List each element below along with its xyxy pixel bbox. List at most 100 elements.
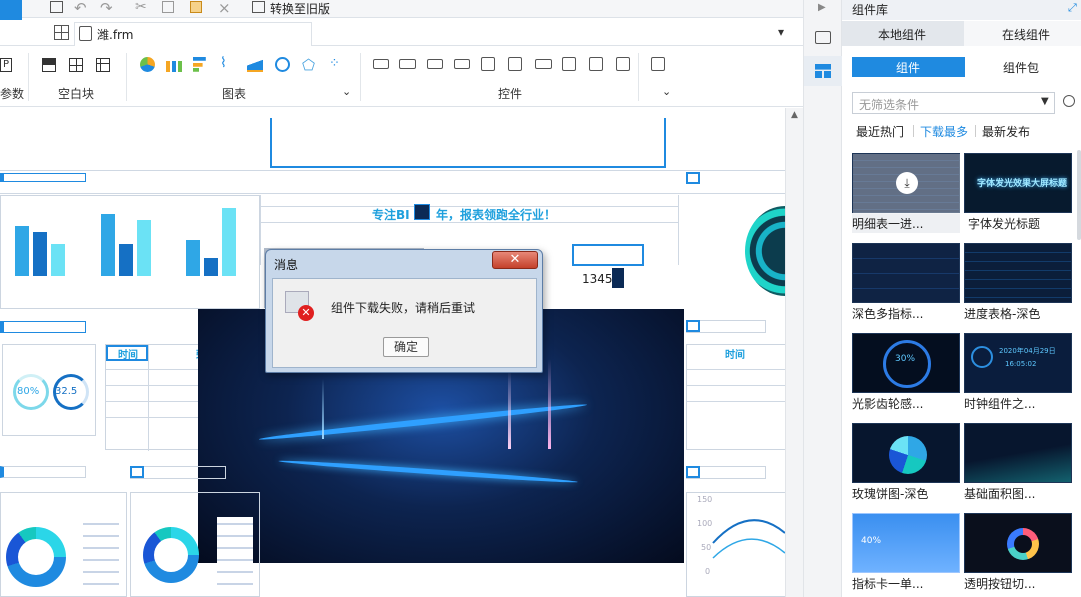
dialog-ok-button[interactable]: 确定 <box>383 337 429 357</box>
absolute-block-icon[interactable] <box>42 58 56 72</box>
line-chart-panel[interactable]: 150 100 50 0 <box>686 492 785 597</box>
component-item[interactable]: 30% 光影齿轮感... <box>852 333 960 413</box>
donut-chart-panel[interactable] <box>130 492 260 597</box>
ring-gauge-1-value: 80% <box>17 386 40 397</box>
grid-block-icon[interactable] <box>96 58 110 72</box>
rose-pie <box>889 436 927 474</box>
vertical-scrollbar[interactable]: ▲ <box>785 108 803 597</box>
area-chart-icon[interactable] <box>247 57 263 72</box>
component-item[interactable]: ⤓ 明细表一进... <box>852 153 961 233</box>
component-item[interactable]: 进度表格-深色 <box>964 243 1072 323</box>
bar-chart-group <box>15 224 75 276</box>
checkbox-group-icon[interactable] <box>589 57 603 71</box>
paste-icon[interactable] <box>190 1 202 13</box>
subtab-component-label: 组件 <box>896 61 921 75</box>
sort-most-downloaded[interactable]: 下载最多 <box>920 123 968 140</box>
scatter-chart-icon[interactable]: ⁘ <box>329 56 340 71</box>
top-toolbar: ↶ ↷ ✂ × 转换至旧版 <box>0 0 803 34</box>
label-widget-icon[interactable] <box>399 59 416 69</box>
donut-chart-panel[interactable] <box>0 492 127 597</box>
pie-chart-icon[interactable] <box>140 57 155 72</box>
line-chart-icon[interactable]: ⌇ <box>220 55 227 71</box>
param-icon[interactable]: P <box>0 58 12 72</box>
component-thumbnail: 字体发光效果大屏标题 <box>964 153 1072 213</box>
subtab-package[interactable]: 组件包 <box>965 57 1078 77</box>
tab-local-label: 本地组件 <box>878 28 927 42</box>
ring-gauge-panel[interactable]: 80% 32.5 <box>2 344 96 436</box>
text-widget-icon[interactable] <box>427 59 443 69</box>
redo-icon[interactable]: ↷ <box>100 0 113 17</box>
table-header-time-2: 时间 <box>725 350 745 361</box>
date-widget-icon[interactable] <box>508 57 522 71</box>
switch-icon[interactable] <box>252 1 265 13</box>
number-text: 1345 <box>582 272 613 286</box>
file-tab[interactable]: 潍.frm <box>74 22 312 46</box>
radio-group-icon[interactable] <box>616 57 630 71</box>
component-item[interactable]: 深色多指标... <box>852 243 960 323</box>
search-widget-icon[interactable] <box>651 57 665 71</box>
number-block[interactable] <box>572 244 644 266</box>
tree-widget-icon[interactable] <box>481 57 495 71</box>
message-dialog[interactable]: 消息 ✕ ✕ 组件下载失败，请稍后重试 确定 <box>265 249 543 373</box>
panel-header: 组件库 ⤢ <box>842 0 1081 20</box>
delete-icon[interactable]: × <box>218 0 231 17</box>
thumb-text: 2020年04月29日 <box>999 347 1056 355</box>
ring-gauge[interactable] <box>745 206 785 296</box>
chart-expand-icon[interactable]: ⌄ <box>342 85 351 98</box>
component-item[interactable]: 透明按钮切... <box>964 513 1072 593</box>
donut-chart <box>143 527 199 583</box>
dialog-close-button[interactable]: ✕ <box>492 251 538 269</box>
button-widget-icon[interactable] <box>373 59 389 69</box>
component-item[interactable]: 40% 指标卡一单... <box>852 513 960 593</box>
panel-scrollbar[interactable] <box>1077 150 1081 240</box>
radar-chart-icon[interactable]: ⬠ <box>302 56 315 74</box>
switch-old-version-button[interactable]: 转换至旧版 <box>270 0 330 17</box>
map-beam <box>322 379 324 439</box>
download-icon[interactable]: ⤓ <box>896 172 918 194</box>
copy-icon[interactable] <box>162 1 174 13</box>
cut-icon[interactable]: ✂ <box>135 0 147 15</box>
component-item[interactable]: 基础面积图... <box>964 423 1072 503</box>
file-icon <box>79 26 92 41</box>
hbar-chart-icon[interactable] <box>193 57 209 72</box>
right-table[interactable]: 时间 <box>686 344 785 450</box>
combo-widget-icon[interactable] <box>454 59 470 69</box>
thumb-text-2: 16:05:02 <box>1005 360 1037 368</box>
save-icon[interactable] <box>50 1 63 13</box>
sort-recent-hot[interactable]: 最近热门 <box>856 123 904 140</box>
collapse-arrow-icon[interactable]: ▶ <box>818 2 826 13</box>
undo-icon[interactable]: ↶ <box>74 0 87 17</box>
table-col-line <box>148 345 149 451</box>
bar-chart-icon[interactable] <box>166 56 182 72</box>
tab-menu-icon[interactable]: ▾ <box>778 25 784 39</box>
component-item[interactable]: 2020年04月29日 16:05:02 时钟组件之... <box>964 333 1072 413</box>
tab-online-components[interactable]: 在线组件 <box>964 21 1081 46</box>
grid-view-icon[interactable] <box>54 25 69 40</box>
sort-divider <box>975 125 976 137</box>
control-expand-icon[interactable]: ⌄ <box>662 85 671 98</box>
component-library-tab[interactable] <box>804 56 843 86</box>
component-item[interactable]: 字体发光效果大屏标题 字体发光标题 <box>964 153 1072 233</box>
gauge-chart-icon[interactable] <box>275 57 290 72</box>
subtab-component[interactable]: 组件 <box>852 57 965 77</box>
banner-logo-icon <box>414 204 430 220</box>
tab-block-icon[interactable] <box>69 58 83 72</box>
number-widget-icon[interactable] <box>535 59 552 69</box>
tab-local-components[interactable]: 本地组件 <box>842 21 964 46</box>
grid-line <box>0 170 785 171</box>
line-chart-svg <box>712 519 785 559</box>
component-item[interactable]: 玫瑰饼图-深色 <box>852 423 960 503</box>
scroll-up-icon[interactable]: ▲ <box>791 110 798 120</box>
bar-chart-group <box>186 208 246 276</box>
selected-block[interactable] <box>270 118 666 168</box>
sort-newest[interactable]: 最新发布 <box>982 123 1030 140</box>
expand-panel-icon[interactable]: ⤢ <box>1068 1 1077 15</box>
bar-chart-panel[interactable] <box>0 195 260 309</box>
table-header-time: 时间 <box>118 350 138 361</box>
widget-settings-icon[interactable] <box>815 31 831 44</box>
filter-select[interactable]: 无筛选条件 ▼ <box>852 92 1055 114</box>
search-icon[interactable] <box>1063 95 1075 107</box>
param-label: 参数 <box>0 87 25 101</box>
textarea-widget-icon[interactable] <box>562 57 576 71</box>
canvas-top-gutter <box>0 108 785 118</box>
